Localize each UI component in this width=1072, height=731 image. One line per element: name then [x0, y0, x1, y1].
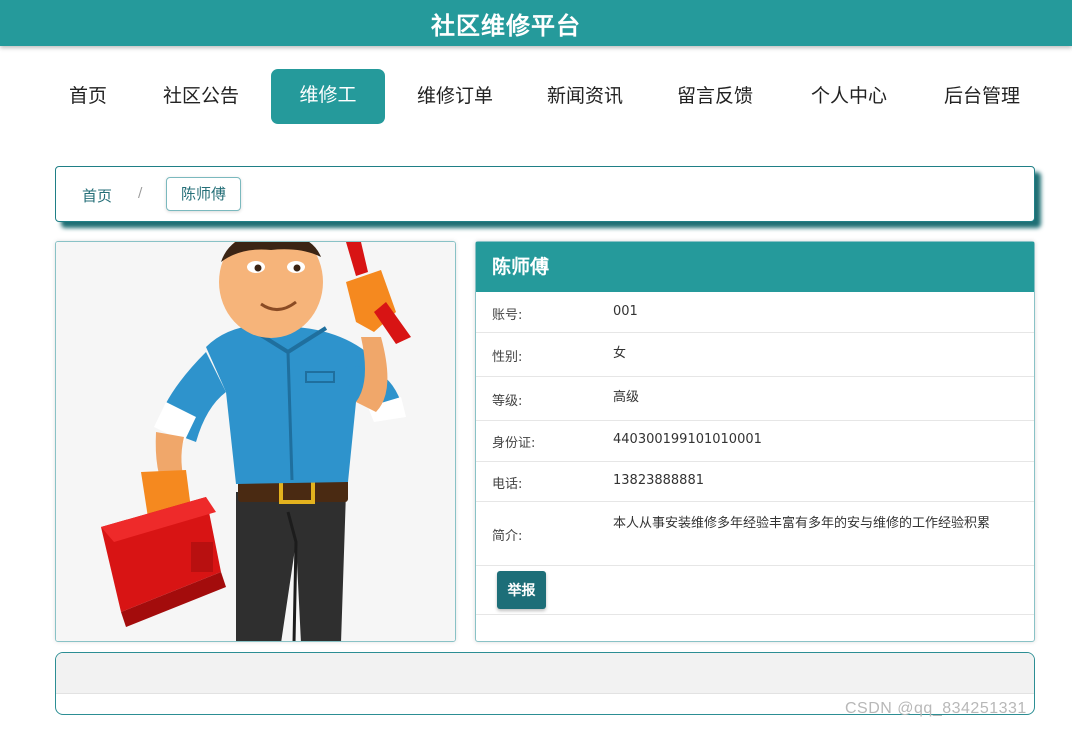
comments-header — [56, 653, 1034, 694]
nav-item-announcements[interactable]: 社区公告 — [146, 68, 256, 124]
nav-item-repair-orders[interactable]: 维修订单 — [400, 68, 510, 124]
info-label: 身份证: — [492, 436, 536, 451]
info-row-level: 等级: 高级 — [476, 377, 1034, 421]
info-value: 本人从事安装维修多年经验丰富有多年的安与维修的工作经验积累 — [613, 516, 991, 531]
nav-item-news[interactable]: 新闻资讯 — [530, 68, 640, 124]
top-bar: 社区维修平台 — [0, 0, 1072, 46]
main-nav: 首页 社区公告 维修工 维修订单 新闻资讯 留言反馈 个人中心 后台管理 — [0, 68, 1072, 124]
info-row-account: 账号: 001 — [476, 292, 1034, 333]
info-label: 等级: — [492, 394, 523, 409]
worker-info-panel: 陈师傅 账号: 001 性别: 女 等级: 高级 身份证: 4403001991… — [475, 241, 1035, 642]
report-button[interactable]: 举报 — [497, 571, 546, 609]
info-row-intro: 简介: 本人从事安装维修多年经验丰富有多年的安与维修的工作经验积累 — [476, 502, 1034, 566]
site-title: 社区维修平台 — [431, 11, 581, 40]
worker-photo — [55, 241, 456, 642]
nav-item-home[interactable]: 首页 — [50, 68, 126, 124]
breadcrumb-separator: / — [138, 186, 143, 201]
watermark: CSDN @qq_834251331 — [845, 700, 1027, 717]
info-value: 高级 — [613, 390, 640, 405]
breadcrumb: 首页 / 陈师傅 — [55, 166, 1035, 222]
info-row-phone: 电话: 13823888881 — [476, 462, 1034, 502]
info-label: 简介: — [492, 529, 523, 544]
nav-item-repairmen[interactable]: 维修工 — [271, 69, 385, 124]
info-value: 女 — [613, 346, 627, 361]
info-label: 性别: — [492, 350, 523, 365]
breadcrumb-home-link[interactable]: 首页 — [82, 185, 112, 206]
nav-item-admin[interactable]: 后台管理 — [927, 68, 1037, 124]
breadcrumb-current: 陈师傅 — [166, 177, 242, 211]
worker-name: 陈师傅 — [476, 242, 1034, 292]
info-row-id-card: 身份证: 440300199101010001 — [476, 421, 1034, 462]
info-label: 电话: — [492, 477, 523, 492]
info-value: 001 — [613, 304, 638, 319]
nav-item-profile[interactable]: 个人中心 — [794, 68, 904, 124]
info-label: 账号: — [492, 308, 523, 323]
repairman-illustration-icon — [56, 242, 455, 641]
info-value: 440300199101010001 — [613, 432, 762, 447]
info-row-gender: 性别: 女 — [476, 333, 1034, 377]
nav-item-feedback[interactable]: 留言反馈 — [660, 68, 770, 124]
info-value: 13823888881 — [613, 473, 704, 488]
divider — [476, 614, 1034, 615]
